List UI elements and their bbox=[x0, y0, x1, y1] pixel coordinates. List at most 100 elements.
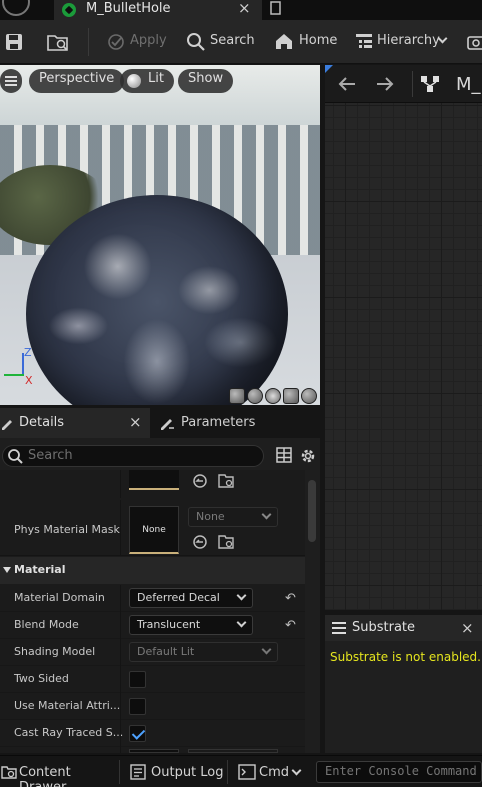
status-separator bbox=[227, 760, 228, 784]
tab-details[interactable]: Details × bbox=[0, 408, 150, 438]
reset-to-default-icon[interactable]: ↶ bbox=[285, 591, 296, 606]
substrate-title: Substrate bbox=[352, 620, 416, 635]
cast-ray-traced-shadows-label: Cast Ray Traced S... bbox=[14, 726, 124, 739]
search-icon bbox=[186, 31, 206, 55]
material-domain-combo[interactable]: Deferred Decal bbox=[129, 588, 253, 608]
material-graph-canvas[interactable] bbox=[325, 65, 482, 610]
row-divider bbox=[120, 693, 121, 720]
close-substrate-icon[interactable]: × bbox=[461, 619, 474, 637]
apply-icon bbox=[106, 31, 126, 55]
blend-mode-combo[interactable]: Translucent bbox=[129, 615, 253, 635]
asset-thumbnail[interactable] bbox=[129, 470, 179, 490]
browse-icon[interactable] bbox=[218, 473, 234, 493]
show-button[interactable]: Show bbox=[178, 69, 234, 93]
parameters-icon bbox=[159, 416, 175, 434]
sphere-preview-icon[interactable] bbox=[247, 388, 263, 404]
property-row-prev bbox=[0, 470, 305, 498]
row-divider bbox=[120, 585, 121, 612]
two-sided-checkbox[interactable] bbox=[129, 671, 146, 688]
material-domain-label: Material Domain bbox=[14, 591, 105, 604]
table-view-icon[interactable] bbox=[276, 447, 292, 467]
use-selected-icon[interactable] bbox=[192, 473, 208, 493]
home-label: Home bbox=[299, 33, 338, 48]
cast-ray-traced-shadows-checkbox[interactable] bbox=[129, 725, 146, 742]
console-command-field[interactable] bbox=[316, 761, 482, 783]
lit-mode-icon bbox=[127, 74, 141, 88]
row-divider bbox=[120, 612, 121, 639]
close-details-icon[interactable]: × bbox=[129, 413, 142, 431]
cmd-dropdown[interactable]: Cmd bbox=[232, 756, 310, 787]
apply-button[interactable]: Apply bbox=[104, 20, 167, 64]
property-row-phys-material-mask: Phys Material Mask None None bbox=[0, 500, 305, 556]
status-separator bbox=[119, 760, 120, 784]
graph-navigation-bar: M_ bbox=[325, 65, 482, 103]
phys-material-thumbnail[interactable]: None bbox=[129, 506, 179, 554]
tab-parameters[interactable]: Parameters bbox=[152, 408, 320, 438]
substrate-list-icon bbox=[332, 621, 346, 639]
title-bar: M_BulletHole × bbox=[0, 0, 482, 20]
two-sided-label: Two Sided bbox=[14, 672, 69, 685]
document-tab[interactable]: M_BulletHole × bbox=[54, 0, 262, 20]
substrate-tab[interactable]: Substrate × bbox=[325, 615, 482, 641]
unreal-logo-icon[interactable] bbox=[2, 0, 30, 16]
material-domain-value: Deferred Decal bbox=[137, 591, 220, 604]
substrate-message: Substrate is not enabled. bbox=[330, 650, 481, 664]
row-divider bbox=[120, 720, 121, 747]
plane-preview-icon[interactable] bbox=[265, 388, 281, 404]
details-scrollbar[interactable] bbox=[308, 480, 316, 542]
forward-arrow-icon[interactable] bbox=[375, 75, 395, 97]
viewport-menu-button[interactable] bbox=[0, 69, 22, 93]
cube-preview-icon[interactable] bbox=[283, 388, 299, 404]
reset-to-default-icon[interactable]: ↶ bbox=[285, 618, 296, 633]
row-divider bbox=[120, 470, 121, 498]
graph-hierarchy-icon bbox=[419, 74, 441, 98]
next-row-combo bbox=[188, 749, 278, 753]
section-material-header[interactable]: Material bbox=[0, 557, 305, 584]
phys-thumb-none-label: None bbox=[142, 525, 166, 535]
perspective-button[interactable]: Perspective bbox=[29, 69, 125, 93]
output-log-label: Output Log bbox=[151, 765, 224, 780]
save-icon[interactable] bbox=[4, 32, 24, 56]
search-placeholder: Search bbox=[28, 448, 73, 463]
material-preview-viewport[interactable]: Perspective Lit Show Z X bbox=[0, 65, 320, 405]
phys-material-combo[interactable]: None bbox=[188, 507, 278, 527]
property-row-shading-model: Shading Model Default Lit bbox=[0, 639, 305, 666]
use-material-attributes-checkbox[interactable] bbox=[129, 698, 146, 715]
hierarchy-button[interactable]: Hierarchy bbox=[352, 20, 450, 64]
lit-button[interactable]: Lit bbox=[120, 69, 174, 93]
content-drawer-button[interactable]: Content Drawer bbox=[0, 756, 116, 787]
next-row-field bbox=[129, 749, 179, 753]
custom-mesh-preview-icon[interactable] bbox=[301, 388, 317, 404]
details-tab-bar: Details × Parameters bbox=[0, 408, 320, 438]
property-row-cast-ray-traced-shadows: Cast Ray Traced S... bbox=[0, 720, 305, 747]
settings-gear-icon[interactable] bbox=[299, 447, 317, 469]
shading-model-label: Shading Model bbox=[14, 645, 96, 658]
chevron-down-icon bbox=[261, 644, 272, 655]
phys-material-mask-label: Phys Material Mask bbox=[14, 523, 120, 536]
tab-parameters-label: Parameters bbox=[181, 415, 256, 430]
details-search-input[interactable]: Search bbox=[2, 445, 264, 467]
home-icon bbox=[274, 31, 294, 55]
toolbar-separator bbox=[88, 28, 89, 56]
search-button[interactable]: Search bbox=[184, 20, 256, 64]
close-tab-icon[interactable]: × bbox=[238, 0, 251, 17]
hierarchy-icon bbox=[354, 31, 374, 55]
use-selected-icon[interactable] bbox=[192, 534, 208, 554]
home-button[interactable]: Home bbox=[272, 20, 338, 64]
browse-content-icon[interactable] bbox=[46, 32, 70, 56]
console-command-input[interactable] bbox=[325, 764, 480, 778]
blend-mode-value: Translucent bbox=[137, 618, 201, 631]
output-log-button[interactable]: Output Log bbox=[124, 756, 224, 787]
hierarchy-label: Hierarchy bbox=[377, 33, 440, 48]
property-list: Phys Material Mask None None Material Ma… bbox=[0, 470, 305, 753]
browse-icon[interactable] bbox=[218, 534, 234, 554]
browse-asset-icon[interactable] bbox=[268, 0, 286, 18]
property-row-use-material-attributes: Use Material Attri... bbox=[0, 693, 305, 720]
cylinder-preview-icon[interactable] bbox=[229, 388, 245, 404]
camera-icon[interactable] bbox=[466, 32, 482, 56]
phys-material-combo-value: None bbox=[196, 510, 225, 523]
show-label: Show bbox=[188, 71, 224, 86]
back-arrow-icon[interactable] bbox=[337, 75, 357, 97]
shading-model-combo[interactable]: Default Lit bbox=[129, 642, 278, 662]
blend-mode-label: Blend Mode bbox=[14, 618, 79, 631]
